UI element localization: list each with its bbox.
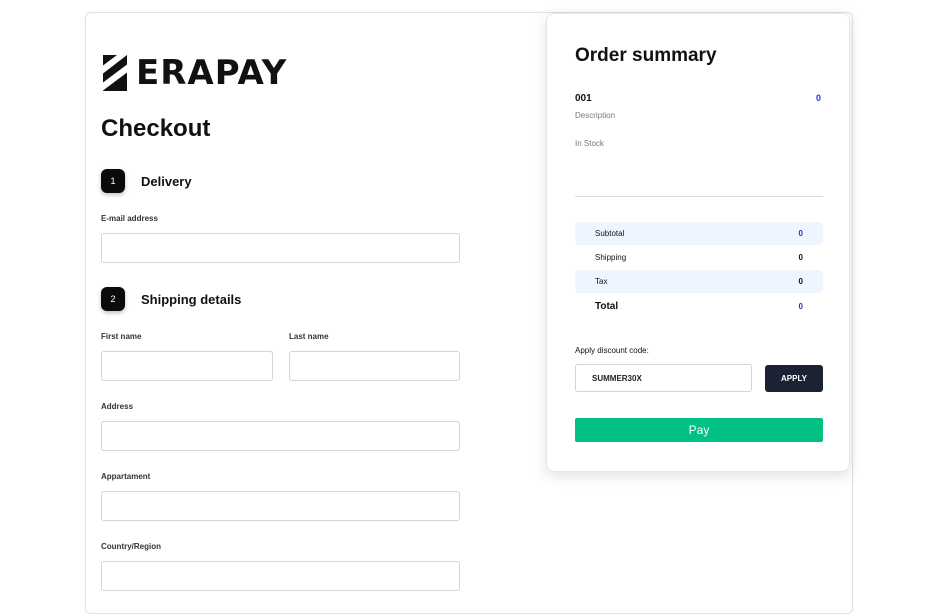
total-row: Total 0 (575, 295, 823, 318)
item-price: 0 (815, 93, 821, 103)
apartment-label: Appartament (101, 472, 151, 481)
order-summary-panel: Order summary 001 0 Description In Stock… (546, 13, 850, 472)
step-title: Delivery (141, 173, 192, 189)
address-label: Address (101, 402, 134, 411)
discount-code-input[interactable] (575, 364, 752, 392)
step-number-badge: 2 (101, 287, 125, 311)
subtotal-row: Subtotal 0 (575, 222, 823, 245)
shipping-label: Shipping (595, 253, 627, 262)
tax-label: Tax (595, 277, 608, 286)
page-title: Checkout (101, 115, 211, 142)
country-region-field[interactable] (101, 561, 460, 591)
item-description: Description (575, 111, 616, 120)
pay-button[interactable]: Pay (575, 418, 823, 442)
step-delivery: 1 Delivery (101, 169, 192, 193)
subtotal-value: 0 (798, 229, 803, 238)
first-name-field[interactable] (101, 351, 273, 381)
logo-mark-icon (103, 55, 127, 91)
tax-value: 0 (798, 277, 803, 286)
shipping-value: 0 (798, 253, 803, 262)
address-field[interactable] (101, 421, 460, 451)
brand-name: ERAPAY (136, 53, 288, 93)
item-code: 001 (575, 93, 592, 104)
discount-code-label: Apply discount code: (575, 346, 649, 355)
country-region-label: Country/Region (101, 542, 161, 551)
email-label: E-mail address (101, 214, 158, 223)
shipping-row: Shipping 0 (575, 246, 823, 269)
last-name-field[interactable] (289, 351, 460, 381)
subtotal-label: Subtotal (595, 229, 625, 238)
total-value: 0 (798, 302, 803, 311)
order-summary-title: Order summary (575, 45, 717, 66)
step-shipping-details: 2 Shipping details (101, 287, 241, 311)
item-stock-status: In Stock (575, 139, 604, 148)
apartment-field[interactable] (101, 491, 460, 521)
summary-divider (575, 196, 823, 197)
step-number-badge: 1 (101, 169, 125, 193)
total-label: Total (595, 301, 619, 312)
tax-row: Tax 0 (575, 270, 823, 293)
apply-discount-button[interactable]: APPLY (765, 365, 823, 392)
last-name-label: Last name (289, 332, 329, 341)
first-name-label: First name (101, 332, 142, 341)
email-field[interactable] (101, 233, 460, 263)
brand-logo: ERAPAY (103, 54, 287, 92)
step-title: Shipping details (141, 291, 242, 307)
